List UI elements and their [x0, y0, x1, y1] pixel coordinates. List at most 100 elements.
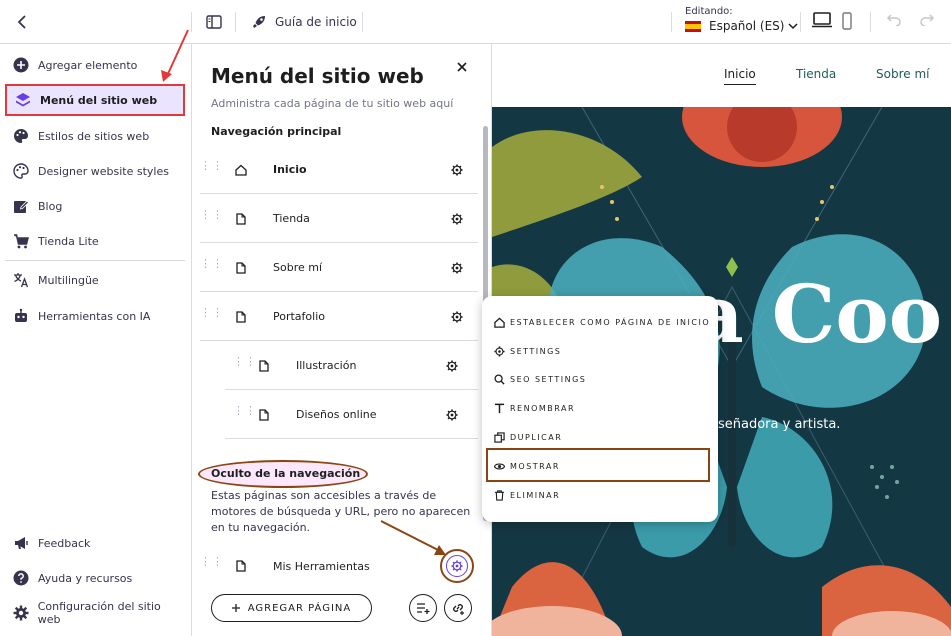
guide-button[interactable]: Guía de inicio: [251, 12, 357, 32]
page-settings-gear-icon[interactable]: [450, 310, 464, 324]
page-row-disenos-online[interactable]: ⋮⋮ Diseños online: [225, 391, 478, 439]
menu-item-rename[interactable]: RENOMBRAR: [492, 398, 575, 418]
page-row-sobre-mi[interactable]: ⋮⋮ Sobre mí: [200, 244, 478, 292]
redo-button[interactable]: [919, 12, 935, 26]
home-icon: [492, 315, 506, 329]
mobile-icon: [842, 12, 852, 30]
help-icon: [13, 570, 29, 586]
divider: [362, 12, 363, 32]
sidebar-item-label: Multilingüe: [38, 273, 99, 287]
site-nav-link[interactable]: Inicio: [724, 67, 756, 85]
menu-item-show[interactable]: MOSTRAR: [492, 456, 560, 476]
menu-item-label: DUPLICAR: [510, 432, 563, 442]
page-row-tienda[interactable]: ⋮⋮ Tienda: [200, 195, 478, 243]
page-settings-gear-icon[interactable]: [450, 163, 464, 177]
sidebar-item-feedback[interactable]: Feedback: [5, 528, 185, 558]
menu-item-label: ESTABLECER COMO PÁGINA DE INICIO: [510, 317, 711, 327]
gear-icon: [13, 605, 29, 621]
mobile-view-button[interactable]: [842, 12, 852, 30]
page-label: Sobre mí: [273, 261, 323, 274]
site-nav-link[interactable]: Tienda: [796, 67, 836, 81]
top-bar: Guía de inicio Editando: Español (ES): [0, 0, 951, 44]
sidebar-item-label: Feedback: [38, 536, 91, 550]
sidebar-item-multilingual[interactable]: Multilingüe: [5, 265, 185, 295]
page-row-portafolio[interactable]: ⋮⋮ Portafolio: [200, 293, 478, 341]
sidebar-toggle-button[interactable]: [206, 12, 222, 32]
panel-title: Menú del sitio web: [211, 64, 424, 88]
page-settings-gear-button[interactable]: [446, 555, 468, 577]
hero-title: a Coo: [692, 267, 943, 361]
editing-label: Editando:: [685, 6, 733, 17]
sidebar-item-label: Blog: [38, 199, 63, 213]
undo-button[interactable]: [886, 12, 902, 26]
page-row-illustracion[interactable]: ⋮⋮ Illustración: [225, 342, 478, 390]
site-nav-link[interactable]: Sobre mí: [876, 67, 929, 81]
drag-handle-icon[interactable]: ⋮⋮: [200, 209, 223, 226]
menu-item-settings[interactable]: SETTINGS: [492, 341, 561, 361]
page-row-inicio[interactable]: ⋮⋮ Inicio: [200, 146, 478, 194]
menu-item-delete[interactable]: ELIMINAR: [492, 485, 560, 505]
website-menu-panel: Menú del sitio web Administra cada págin…: [192, 44, 492, 636]
sidebar-item-designer-styles[interactable]: Designer website styles: [5, 156, 185, 186]
sidebar-item-help[interactable]: Ayuda y recursos: [5, 563, 185, 593]
redo-icon: [920, 14, 935, 26]
add-link-button[interactable]: [444, 594, 472, 622]
add-menu-item-button[interactable]: [409, 594, 437, 622]
sidebar-item-website-menu[interactable]: Menú del sitio web: [5, 84, 185, 116]
menu-item-set-homepage[interactable]: ESTABLECER COMO PÁGINA DE INICIO: [492, 312, 710, 332]
sidebar-item-site-settings[interactable]: Configuración del sitio web: [5, 598, 185, 628]
chevron-left-icon: [17, 15, 26, 29]
drag-handle-icon[interactable]: ⋮⋮: [200, 556, 223, 573]
drag-handle-icon[interactable]: ⋮⋮: [233, 405, 256, 422]
divider: [5, 260, 185, 261]
menu-item-label: RENOMBRAR: [510, 403, 576, 413]
spain-flag-icon: [685, 20, 701, 32]
divider: [235, 12, 236, 32]
page-settings-gear-icon[interactable]: [445, 408, 459, 422]
gear-icon: [492, 344, 506, 358]
cart-icon: [14, 234, 29, 249]
language-selector[interactable]: Editando: Español (ES): [685, 6, 798, 33]
divider: [191, 12, 192, 32]
drag-handle-icon[interactable]: ⋮⋮: [200, 258, 223, 275]
sidebar-item-add-element[interactable]: Agregar elemento: [5, 50, 185, 80]
sidebar-item-label: Menú del sitio web: [40, 93, 158, 107]
sidebar-item-blog[interactable]: Blog: [5, 191, 185, 221]
menu-item-duplicate[interactable]: DUPLICAR: [492, 427, 562, 447]
sidebar-item-website-styles[interactable]: Estilos de sitios web: [5, 121, 185, 151]
page-settings-gear-icon[interactable]: [450, 212, 464, 226]
site-nav: Inicio Tienda Sobre mí: [492, 44, 951, 107]
page-icon: [234, 310, 248, 324]
hidden-nav-description: Estas páginas son accesibles a través de…: [211, 489, 471, 534]
gear-icon: [451, 560, 463, 572]
back-button[interactable]: [12, 11, 34, 33]
sidebar: Agregar elemento Menú del sitio web Esti…: [0, 44, 192, 636]
page-label: Tienda: [273, 212, 310, 225]
panel-subtitle: Administra cada página de tu sitio web a…: [211, 97, 454, 110]
page-settings-gear-icon[interactable]: [450, 261, 464, 275]
list-add-icon: [417, 603, 430, 614]
divider: [870, 12, 871, 32]
hero-subtitle: señadora y artista.: [718, 417, 841, 432]
drag-handle-icon[interactable]: ⋮⋮: [200, 160, 223, 177]
translate-icon: [14, 273, 29, 288]
palette-icon: [14, 129, 28, 143]
page-row-mis-herramientas[interactable]: ⋮⋮ Mis Herramientas: [200, 542, 478, 590]
desktop-view-button[interactable]: [812, 12, 832, 28]
page-icon: [234, 559, 248, 573]
menu-item-seo-settings[interactable]: SEO SETTINGS: [492, 369, 586, 389]
duplicate-icon: [492, 430, 506, 444]
menu-item-label: SEO SETTINGS: [510, 374, 587, 384]
drag-handle-icon[interactable]: ⋮⋮: [200, 307, 223, 324]
menu-item-label: ELIMINAR: [510, 490, 561, 500]
page-settings-gear-icon[interactable]: [445, 359, 459, 373]
text-icon: [492, 401, 506, 415]
plus-icon: [231, 604, 240, 612]
sidebar-toggle-icon: [206, 15, 222, 29]
edit-icon: [14, 200, 29, 213]
close-button[interactable]: [457, 62, 467, 72]
sidebar-item-store[interactable]: Tienda Lite: [5, 226, 185, 256]
drag-handle-icon[interactable]: ⋮⋮: [233, 356, 256, 373]
add-page-button[interactable]: AGREGAR PÁGINA: [211, 594, 372, 622]
sidebar-item-ai-tools[interactable]: Herramientas con IA: [5, 301, 185, 331]
